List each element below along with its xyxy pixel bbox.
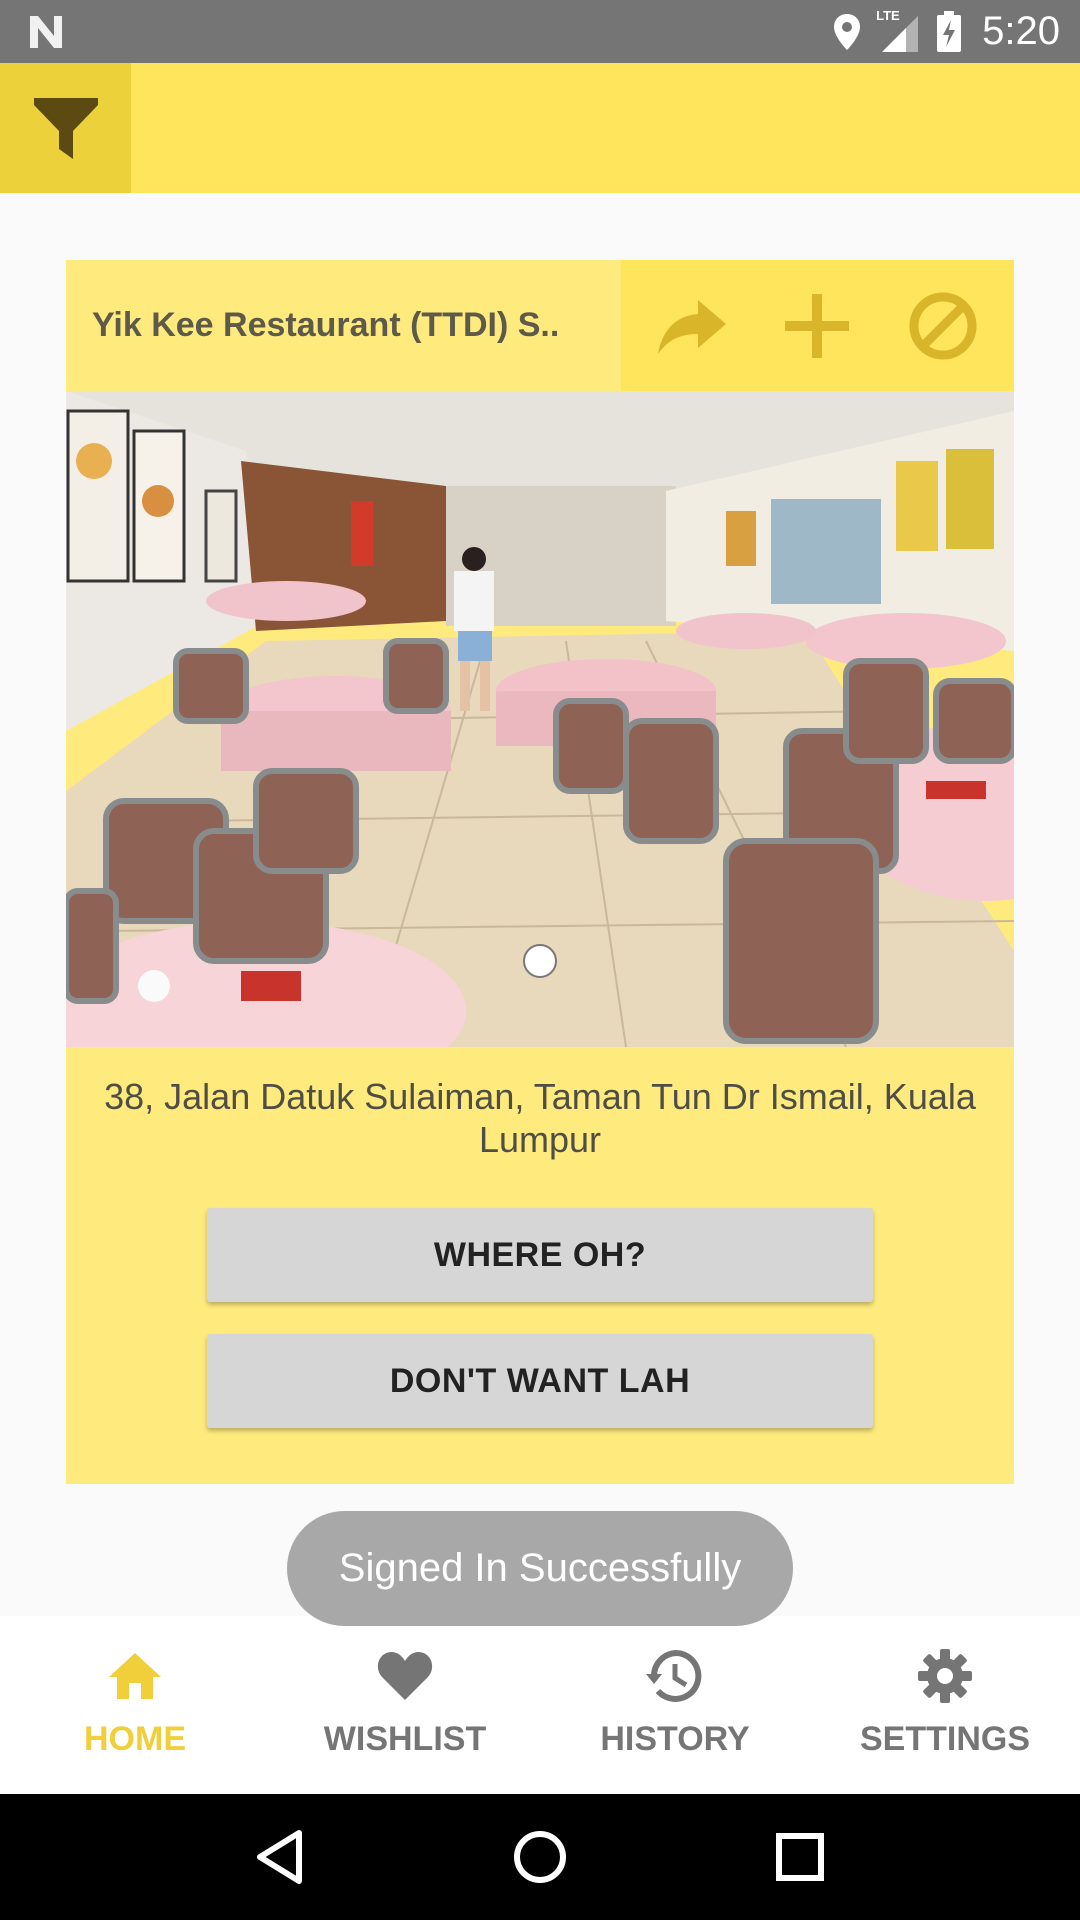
heart-icon [377, 1652, 433, 1700]
home-icon [109, 1653, 161, 1699]
recents-icon [776, 1833, 824, 1881]
dont-want-lah-button[interactable]: DON'T WANT LAH [207, 1334, 873, 1428]
nav-label-history: HISTORY [600, 1720, 750, 1758]
restaurant-address: 38, Jalan Datuk Sulaiman, Taman Tun Dr I… [104, 1076, 976, 1160]
share-button[interactable] [647, 281, 737, 371]
gear-icon [918, 1649, 972, 1703]
add-button[interactable] [772, 281, 862, 371]
bottom-navigation: HOME WISHLIST HISTORY SETTINGS [0, 1616, 1080, 1794]
app-bar [0, 63, 1080, 193]
filter-icon [33, 98, 98, 159]
history-icon [646, 1650, 702, 1702]
where-oh-button[interactable]: WHERE OH? [207, 1208, 873, 1302]
share-icon [657, 299, 726, 354]
lte-signal-icon: LTE [876, 8, 922, 54]
nav-label-settings: SETTINGS [859, 1720, 1031, 1758]
system-navigation-bar [0, 1794, 1080, 1920]
block-icon [909, 292, 977, 359]
nav-item-home[interactable]: HOME [0, 1616, 270, 1794]
n-logo-icon [30, 16, 62, 48]
restaurant-photo[interactable] [66, 391, 1014, 1047]
location-icon [834, 13, 861, 50]
card-header: Yik Kee Restaurant (TTDI) S.. [66, 260, 1014, 391]
card-actions [621, 260, 1014, 391]
status-bar: LTE 5:20 [0, 0, 1080, 63]
pager-dot [523, 944, 557, 978]
status-time: 5:20 [982, 9, 1060, 53]
add-icon [785, 293, 850, 358]
restaurant-title: Yik Kee Restaurant (TTDI) S.. [92, 306, 560, 344]
battery-charging-icon [937, 10, 962, 52]
filter-button[interactable] [0, 63, 131, 193]
home-circle-icon [514, 1831, 566, 1883]
nav-item-settings[interactable]: SETTINGS [810, 1616, 1080, 1794]
toast-message: Signed In Successfully [287, 1511, 793, 1626]
nav-item-wishlist[interactable]: WISHLIST [270, 1616, 540, 1794]
back-icon [257, 1830, 302, 1884]
nav-label-wishlist: WISHLIST [323, 1720, 487, 1758]
restaurant-card: Yik Kee Restaurant (TTDI) S.. 38, Jalan … [66, 260, 1014, 1484]
recents-button[interactable] [760, 1817, 840, 1897]
home-button[interactable] [500, 1817, 580, 1897]
nav-item-history[interactable]: HISTORY [540, 1616, 810, 1794]
back-button[interactable] [240, 1817, 320, 1897]
nav-label-home: HOME [84, 1720, 186, 1758]
block-button[interactable] [898, 281, 988, 371]
